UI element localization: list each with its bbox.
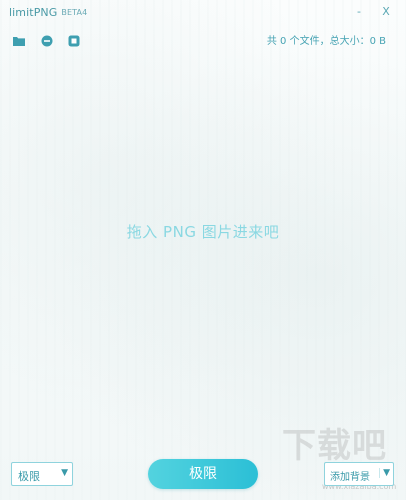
square-stop-icon[interactable] bbox=[67, 33, 81, 47]
minus-circle-icon[interactable] bbox=[40, 33, 54, 47]
app-version-badge: BETA4 bbox=[61, 8, 88, 17]
minimize-button[interactable]: - bbox=[350, 3, 368, 21]
drop-hint-text: 拖入 PNG 图片进来吧 bbox=[126, 223, 280, 241]
compression-mode-select[interactable]: 极限 ▼ bbox=[11, 462, 73, 486]
add-background-label: 添加背景 bbox=[330, 472, 370, 483]
app-name: limitPNG bbox=[9, 6, 58, 19]
add-background-select[interactable]: 添加背景 ▼ bbox=[324, 462, 394, 486]
compress-button[interactable]: 极限 bbox=[148, 459, 258, 489]
compression-mode-value: 极限 bbox=[18, 470, 40, 483]
file-summary-status: 共 0 个文件，总大小：0 B bbox=[266, 36, 386, 47]
folder-icon[interactable] bbox=[12, 33, 26, 47]
app-title: limitPNG BETA4 bbox=[9, 6, 87, 19]
title-bar: limitPNG BETA4 - X bbox=[0, 0, 406, 26]
close-button[interactable]: X bbox=[377, 3, 395, 21]
chevron-down-icon: ▼ bbox=[379, 468, 390, 478]
drop-zone[interactable]: 拖入 PNG 图片进来吧 bbox=[0, 55, 406, 455]
chevron-down-icon: ▼ bbox=[61, 468, 68, 478]
